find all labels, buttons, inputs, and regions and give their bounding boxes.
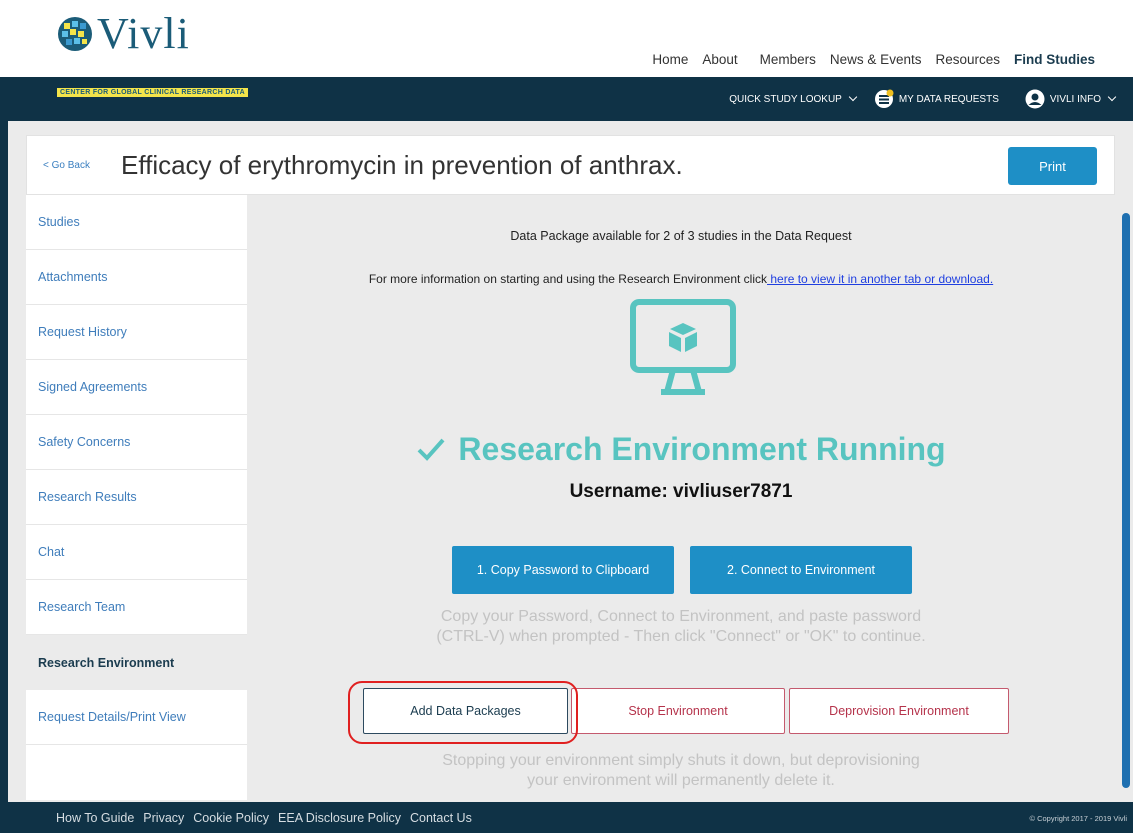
logo-tagline: CENTER FOR GLOBAL CLINICAL RESEARCH DATA	[57, 88, 248, 97]
nav-news-events[interactable]: News & Events	[830, 52, 922, 67]
quick-study-lookup-label: QUICK STUDY LOOKUP	[729, 93, 842, 105]
sidebar-item-request-details[interactable]: Request Details/Print View	[26, 690, 247, 745]
data-requests-icon	[874, 89, 894, 108]
chevron-down-icon	[848, 92, 858, 102]
copy-password-button[interactable]: 1. Copy Password to Clipboard	[452, 546, 674, 594]
environment-username: Username: vivliuser7871	[569, 481, 793, 502]
user-menu-label: VIVLI INFO	[1049, 93, 1101, 105]
sidebar-empty-row	[26, 745, 247, 800]
logo-mark-icon	[58, 17, 92, 51]
sidebar-item-attachments[interactable]: Attachments	[26, 250, 247, 305]
footer-links: How To Guide Privacy Cookie Policy EEA D…	[56, 811, 472, 825]
sidebar-item-request-history[interactable]: Request History	[26, 305, 247, 360]
info-link[interactable]: here to view it in another tab or downlo…	[767, 272, 993, 286]
sidebar-item-chat[interactable]: Chat	[26, 525, 247, 580]
nav-about[interactable]: About	[702, 52, 737, 67]
secondary-navbar: QUICK STUDY LOOKUP MY DATA REQUESTS VIVL…	[0, 77, 1133, 121]
user-menu-dropdown[interactable]: VIVLI INFO	[1025, 89, 1117, 109]
page-titlebar: < Go Back Efficacy of erythromycin in pr…	[26, 135, 1115, 195]
stop-environment-button[interactable]: Stop Environment	[571, 688, 785, 734]
checkmark-icon	[417, 438, 445, 461]
user-navigation: QUICK STUDY LOOKUP MY DATA REQUESTS VIVL…	[729, 89, 1117, 109]
data-package-availability: Data Package available for 2 of 3 studie…	[510, 229, 852, 243]
sidebar-item-safety-concerns[interactable]: Safety Concerns	[26, 415, 247, 470]
nav-resources[interactable]: Resources	[935, 52, 1000, 67]
stop-hint-line-1: Stopping your environment simply shuts i…	[442, 752, 920, 769]
logo[interactable]: Vivli	[57, 9, 190, 58]
footer-link-contact-us[interactable]: Contact Us	[410, 811, 472, 825]
print-button[interactable]: Print	[1008, 147, 1097, 185]
connect-hint: Copy your Password, Connect to Environme…	[247, 607, 1115, 647]
deprovision-environment-button[interactable]: Deprovision Environment	[789, 688, 1009, 734]
stop-hint: Stopping your environment simply shuts i…	[247, 751, 1115, 791]
header: Vivli Home About Members News & Events R…	[0, 0, 1133, 77]
chevron-down-icon	[1107, 92, 1117, 102]
sidebar: Studies Attachments Request History Sign…	[26, 195, 247, 800]
footer-link-cookie-policy[interactable]: Cookie Policy	[193, 811, 269, 825]
my-data-requests-link[interactable]: MY DATA REQUESTS	[874, 89, 999, 109]
page-title: Efficacy of erythromycin in prevention o…	[121, 150, 683, 180]
footer: How To Guide Privacy Cookie Policy EEA D…	[0, 802, 1133, 833]
connect-hint-line-2: (CTRL-V) when prompted - Then click "Con…	[436, 628, 926, 645]
left-edge-bar	[0, 0, 8, 833]
nav-home[interactable]: Home	[652, 52, 688, 67]
sidebar-item-research-results[interactable]: Research Results	[26, 470, 247, 525]
vertical-scrollbar[interactable]	[1122, 213, 1130, 788]
environment-status-text: Research Environment Running	[458, 431, 946, 467]
footer-link-how-to-guide[interactable]: How To Guide	[56, 811, 134, 825]
monitor-cube-icon	[630, 299, 736, 395]
highlight-annotation	[348, 681, 578, 744]
connect-hint-line-1: Copy your Password, Connect to Environme…	[440, 608, 922, 625]
copyright: © Copyright 2017 - 2019 Vivli	[1029, 814, 1127, 823]
nav-find-studies[interactable]: Find Studies	[1014, 52, 1095, 67]
info-text: For more information on starting and usi…	[368, 272, 768, 286]
user-avatar-icon	[1025, 89, 1045, 109]
sidebar-item-research-team[interactable]: Research Team	[26, 580, 247, 635]
logo-wordmark: Vivli	[97, 9, 190, 58]
nav-members[interactable]: Members	[760, 52, 816, 67]
top-navigation: Home About Members News & Events Resourc…	[652, 52, 1095, 67]
sidebar-item-studies[interactable]: Studies	[26, 195, 247, 250]
connect-environment-button[interactable]: 2. Connect to Environment	[690, 546, 912, 594]
info-line: For more information on starting and usi…	[247, 272, 1115, 286]
sidebar-item-research-environment[interactable]: Research Environment	[26, 635, 247, 690]
quick-study-lookup-dropdown[interactable]: QUICK STUDY LOOKUP	[729, 92, 858, 105]
footer-link-eea-disclosure[interactable]: EEA Disclosure Policy	[278, 811, 401, 825]
environment-status: Research Environment Running	[247, 431, 1115, 468]
my-data-requests-label: MY DATA REQUESTS	[898, 93, 999, 105]
stop-hint-line-2: your environment will permanently delete…	[527, 772, 835, 789]
go-back-link[interactable]: < Go Back	[43, 160, 90, 171]
sidebar-item-signed-agreements[interactable]: Signed Agreements	[26, 360, 247, 415]
footer-link-privacy[interactable]: Privacy	[143, 811, 184, 825]
